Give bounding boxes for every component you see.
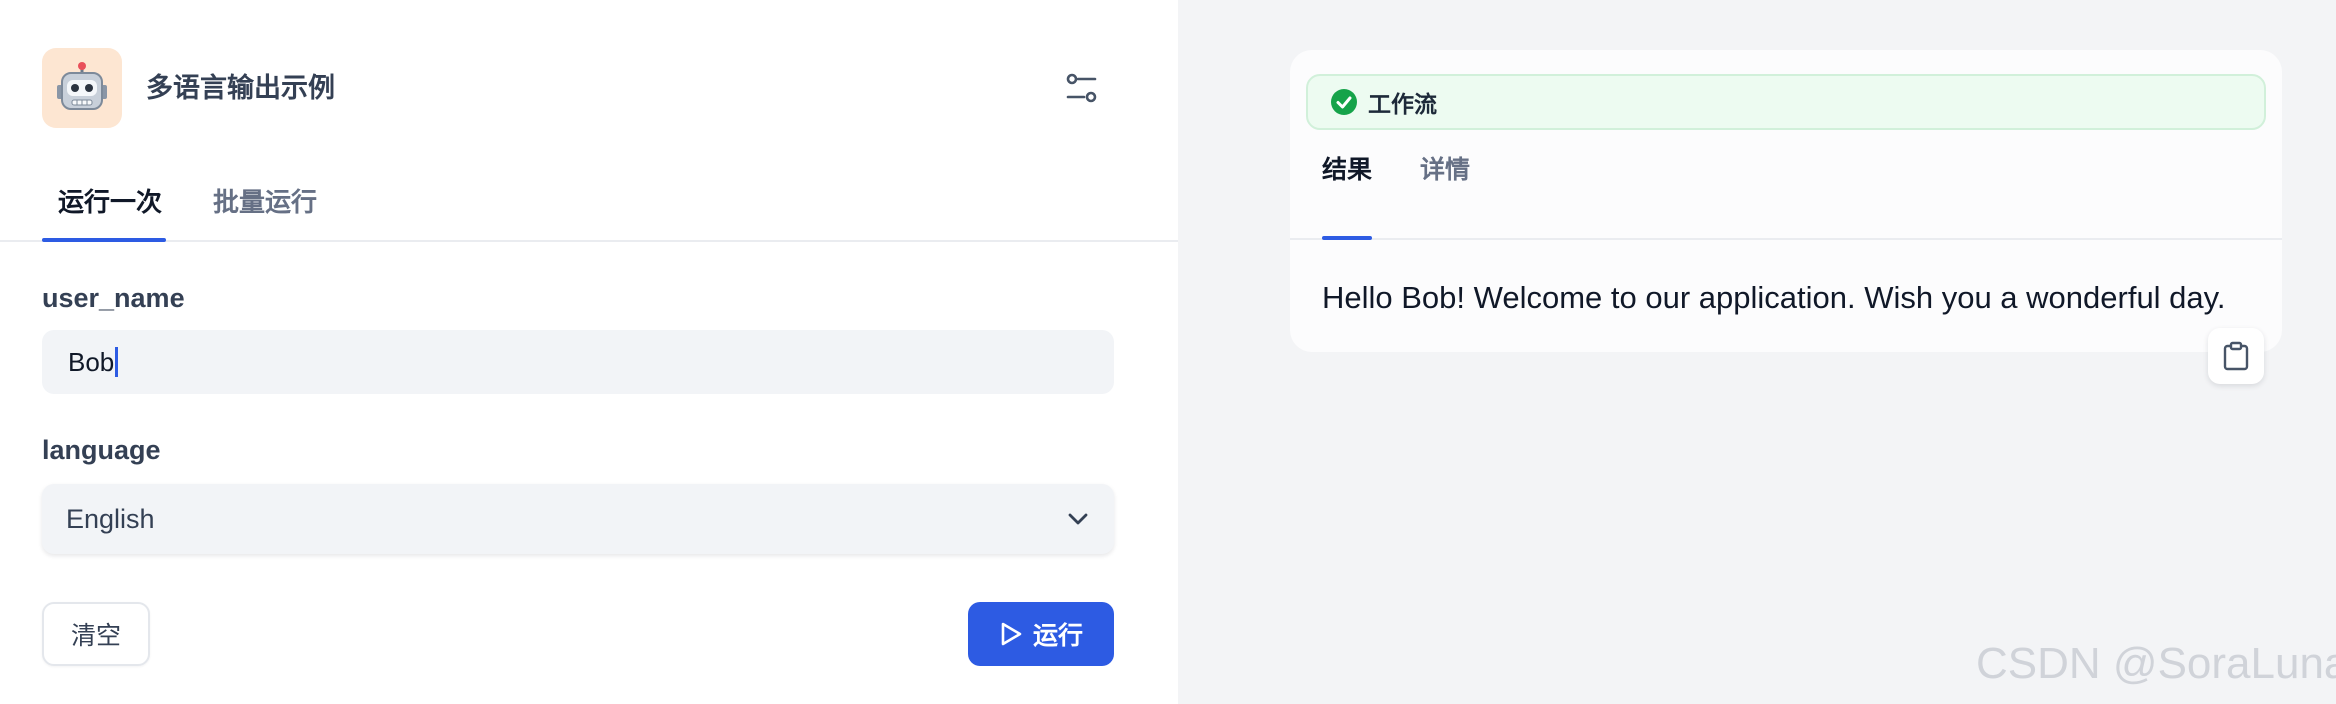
clear-button[interactable]: 清空 <box>42 602 150 666</box>
robot-icon <box>42 48 122 128</box>
active-result-tab-indicator <box>1322 236 1372 240</box>
tab-result[interactable]: 结果 <box>1322 152 1372 188</box>
user-name-label: user_name <box>42 283 185 313</box>
tab-details[interactable]: 详情 <box>1420 152 1470 188</box>
result-output-text: Hello Bob! Welcome to our application. W… <box>1322 280 2226 315</box>
language-label: language <box>42 435 161 465</box>
language-selected-value: English <box>66 503 155 534</box>
left-panel: 多语言输出示例 运行一次 批量运行 user_name Bob language… <box>0 0 1178 704</box>
settings-sliders-icon[interactable] <box>1064 70 1100 106</box>
check-circle-icon <box>1331 89 1357 115</box>
chevron-down-icon <box>1068 513 1088 525</box>
workflow-status-badge[interactable]: 工作流 <box>1306 74 2266 130</box>
user-name-value: Bob <box>68 346 115 377</box>
clipboard-icon <box>2223 341 2249 371</box>
play-icon <box>1001 622 1022 646</box>
tab-batch-run[interactable]: 批量运行 <box>213 184 317 220</box>
text-caret <box>115 347 119 377</box>
watermark-text: CSDN @SoraLuna <box>1976 639 2336 688</box>
workflow-label: 工作流 <box>1368 91 1437 117</box>
mode-tabs: 运行一次 批量运行 <box>0 170 1178 242</box>
user-name-input[interactable]: Bob <box>42 330 1114 394</box>
app-title: 多语言输出示例 <box>146 73 335 103</box>
copy-button[interactable] <box>2208 328 2264 384</box>
run-button[interactable]: 运行 <box>968 602 1114 666</box>
active-tab-indicator <box>42 238 166 242</box>
result-tabs: 结果 详情 <box>1290 138 2282 240</box>
run-button-label: 运行 <box>1032 622 1083 650</box>
language-select[interactable]: English <box>42 484 1114 554</box>
tab-run-once[interactable]: 运行一次 <box>58 184 162 220</box>
